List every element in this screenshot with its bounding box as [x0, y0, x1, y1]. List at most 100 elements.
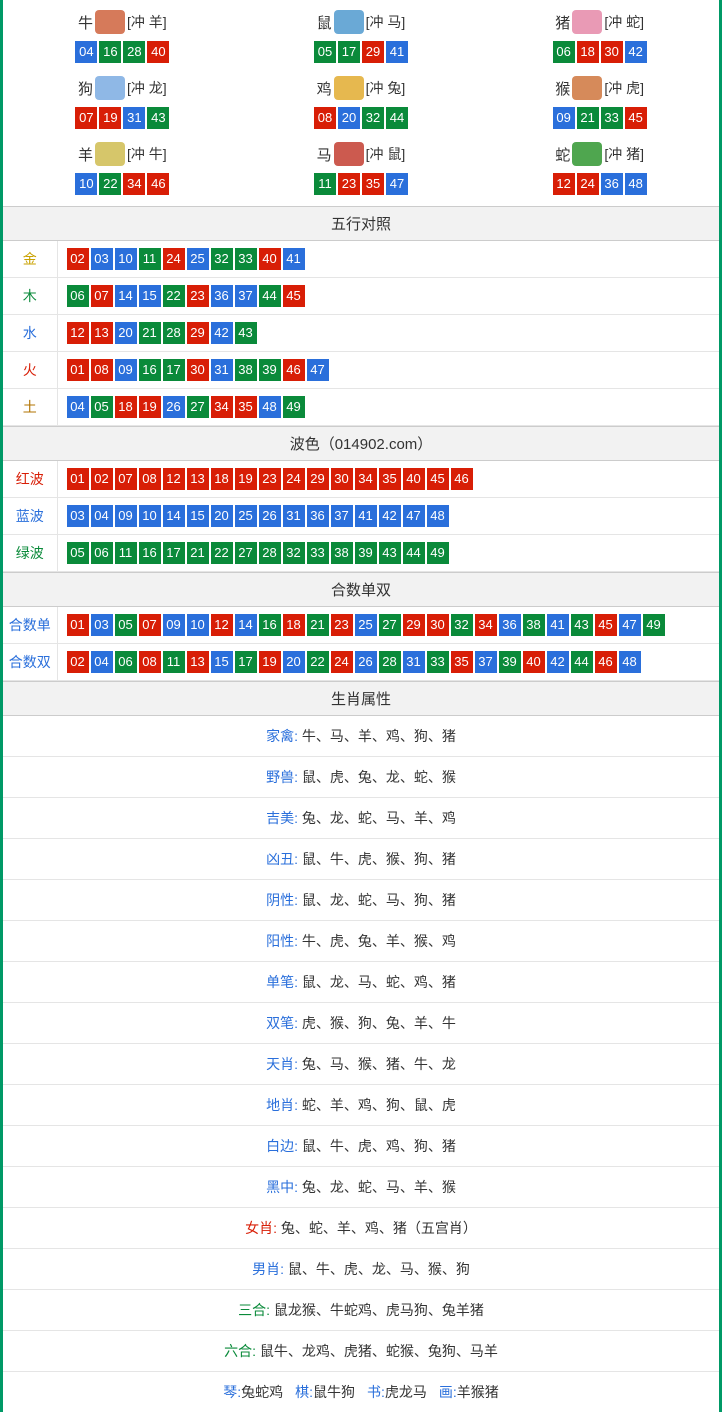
number-ball: 28: [123, 41, 145, 63]
number-ball: 18: [283, 614, 305, 636]
number-ball: 38: [331, 542, 353, 564]
number-ball: 05: [91, 396, 113, 418]
number-ball: 48: [619, 651, 641, 673]
number-ball: 28: [259, 542, 281, 564]
number-ball: 12: [553, 173, 575, 195]
zodiac-cell: 羊[冲 牛]10223446: [3, 136, 242, 202]
footer-pair: 书:虎龙马: [367, 1382, 427, 1402]
zodiac-name: 蛇: [555, 144, 570, 165]
footer-pair: 棋:鼠牛狗: [295, 1382, 355, 1402]
attr-value: 兔、龙、蛇、马、羊、鸡: [302, 810, 456, 826]
number-ball: 37: [331, 505, 353, 527]
number-ball: 21: [307, 614, 329, 636]
number-ball: 15: [187, 505, 209, 527]
number-ball: 27: [379, 614, 401, 636]
zodiac-cell: 猪[冲 蛇]06183042: [480, 4, 719, 70]
number-ball: 46: [595, 651, 617, 673]
bose-header: 波色（014902.com）: [3, 426, 719, 461]
attr-label: 黑中:: [266, 1179, 302, 1195]
zodiac-conflict: [冲 马]: [366, 12, 406, 32]
number-ball: 12: [211, 614, 233, 636]
row-values: 0108091617303138394647: [57, 352, 719, 389]
zodiac-name: 狗: [78, 78, 93, 99]
number-ball: 31: [211, 359, 233, 381]
row-values: 06071415222336374445: [57, 278, 719, 315]
number-ball: 15: [211, 651, 233, 673]
bose-table: 红波0102070812131819232429303435404546蓝波03…: [3, 461, 719, 572]
number-ball: 06: [67, 285, 89, 307]
attr-value: 鼠、牛、虎、龙、马、猴、狗: [288, 1261, 470, 1277]
attribute-row: 双笔: 虎、猴、狗、兔、羊、牛: [3, 1003, 719, 1044]
number-ball: 43: [571, 614, 593, 636]
number-ball: 08: [91, 359, 113, 381]
number-ball: 11: [115, 542, 137, 564]
number-ball: 48: [259, 396, 281, 418]
zodiac-numbers: 12243648: [480, 172, 719, 196]
number-ball: 32: [211, 248, 233, 270]
number-ball: 20: [211, 505, 233, 527]
number-ball: 46: [451, 468, 473, 490]
attr-value: 蛇、羊、鸡、狗、鼠、虎: [302, 1097, 456, 1113]
row-values: 0204060811131517192022242628313335373940…: [57, 644, 719, 681]
attribute-row: 吉美: 兔、龙、蛇、马、羊、鸡: [3, 798, 719, 839]
number-ball: 42: [547, 651, 569, 673]
number-ball: 29: [187, 322, 209, 344]
number-ball: 25: [355, 614, 377, 636]
zodiac-icon: [334, 142, 364, 166]
row-values: 1213202128294243: [57, 315, 719, 352]
zodiac-icon: [334, 76, 364, 100]
qin-qi-shu-hua: 琴:兔蛇鸡棋:鼠牛狗书:虎龙马画:羊猴猪: [3, 1372, 719, 1412]
row-label: 水: [3, 315, 57, 352]
number-ball: 36: [499, 614, 521, 636]
number-ball: 46: [283, 359, 305, 381]
attr-label: 吉美:: [266, 810, 302, 826]
footer-key: 棋:: [295, 1384, 313, 1400]
number-ball: 40: [259, 248, 281, 270]
number-ball: 40: [147, 41, 169, 63]
number-ball: 47: [307, 359, 329, 381]
zodiac-cell: 猴[冲 虎]09213345: [480, 70, 719, 136]
number-ball: 10: [139, 505, 161, 527]
number-ball: 06: [115, 651, 137, 673]
number-ball: 20: [115, 322, 137, 344]
number-ball: 39: [499, 651, 521, 673]
zodiac-name: 鸡: [317, 78, 332, 99]
number-ball: 22: [163, 285, 185, 307]
zodiac-cell: 鼠[冲 马]05172941: [242, 4, 481, 70]
number-ball: 12: [163, 468, 185, 490]
number-ball: 24: [283, 468, 305, 490]
zodiac-numbers: 11233547: [242, 172, 481, 196]
number-ball: 16: [99, 41, 121, 63]
attr-value: 鼠龙猴、牛蛇鸡、虎马狗、兔羊猪: [274, 1302, 484, 1318]
zodiac-icon: [572, 142, 602, 166]
number-ball: 11: [314, 173, 336, 195]
footer-pair: 琴:兔蛇鸡: [223, 1382, 283, 1402]
zodiac-conflict: [冲 龙]: [127, 78, 167, 98]
number-ball: 05: [115, 614, 137, 636]
zodiac-name: 牛: [78, 12, 93, 33]
number-ball: 17: [235, 651, 257, 673]
number-ball: 39: [355, 542, 377, 564]
number-ball: 47: [386, 173, 408, 195]
zodiac-numbers: 06183042: [480, 40, 719, 64]
number-ball: 32: [283, 542, 305, 564]
number-ball: 08: [314, 107, 336, 129]
number-ball: 41: [386, 41, 408, 63]
zodiac-cell: 狗[冲 龙]07193143: [3, 70, 242, 136]
number-ball: 05: [314, 41, 336, 63]
number-ball: 16: [139, 542, 161, 564]
attr-value: 牛、虎、兔、羊、猴、鸡: [302, 933, 456, 949]
number-ball: 26: [259, 505, 281, 527]
number-ball: 19: [139, 396, 161, 418]
number-ball: 14: [235, 614, 257, 636]
number-ball: 35: [235, 396, 257, 418]
number-ball: 45: [625, 107, 647, 129]
attribute-row: 凶丑: 鼠、牛、虎、猴、狗、猪: [3, 839, 719, 880]
zodiac-cell: 马[冲 鼠]11233547: [242, 136, 481, 202]
table-row: 合数单0103050709101214161821232527293032343…: [3, 607, 719, 644]
number-ball: 25: [235, 505, 257, 527]
number-ball: 33: [307, 542, 329, 564]
heshu-header: 合数单双: [3, 572, 719, 607]
number-ball: 36: [601, 173, 623, 195]
zodiac-conflict: [冲 羊]: [127, 12, 167, 32]
